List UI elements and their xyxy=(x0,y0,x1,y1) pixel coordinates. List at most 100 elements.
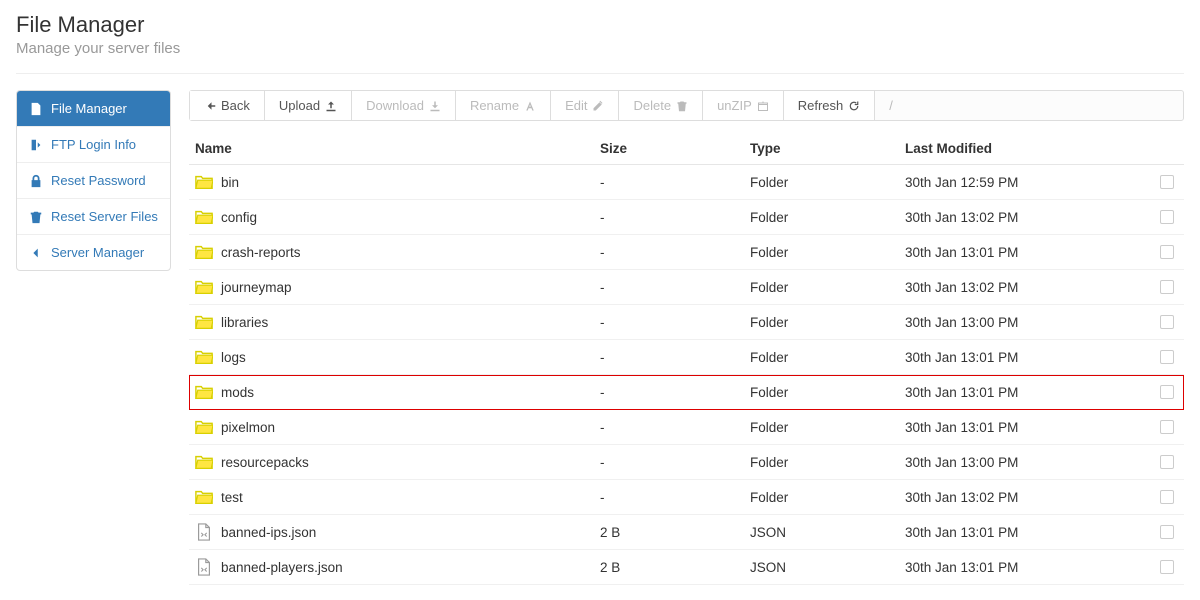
archive-icon xyxy=(757,100,769,112)
table-row[interactable]: resourcepacks -Folder30th Jan 13:00 PM xyxy=(189,445,1184,480)
folder-icon xyxy=(195,488,213,506)
file-modified: 30th Jan 13:01 PM xyxy=(899,550,1154,585)
table-row[interactable]: bin-Folder30th Jan 12:59 PM xyxy=(189,165,1184,200)
select-checkbox[interactable] xyxy=(1160,420,1174,434)
code-file-icon xyxy=(195,523,213,541)
chevron-left-icon xyxy=(29,246,43,260)
file-table: Name Size Type Last Modified bin-Folder3… xyxy=(189,133,1184,585)
table-row[interactable]: mods -Folder30th Jan 13:01 PM xyxy=(189,375,1184,410)
file-size: - xyxy=(594,445,744,480)
breadcrumb: / xyxy=(875,91,907,120)
file-modified: 30th Jan 13:00 PM xyxy=(899,445,1154,480)
table-row[interactable]: banned-ips.json2 BJSON30th Jan 13:01 PM xyxy=(189,515,1184,550)
file-name: banned-ips.json xyxy=(221,525,316,540)
select-checkbox[interactable] xyxy=(1160,490,1174,504)
select-checkbox[interactable] xyxy=(1160,280,1174,294)
upload-button[interactable]: Upload xyxy=(265,91,352,120)
sidebar-item-ftp-login-info[interactable]: FTP Login Info xyxy=(17,127,170,163)
file-modified: 30th Jan 13:01 PM xyxy=(899,410,1154,445)
table-row[interactable]: crash-reports -Folder30th Jan 13:01 PM xyxy=(189,235,1184,270)
login-icon xyxy=(29,138,43,152)
select-checkbox[interactable] xyxy=(1160,315,1174,329)
main-panel: Back Upload Download Rename Edit Delete xyxy=(189,90,1184,585)
sidebar-item-server-manager[interactable]: Server Manager xyxy=(17,235,170,270)
file-name: journeymap xyxy=(221,280,292,295)
unzip-label: unZIP xyxy=(717,98,752,113)
delete-button[interactable]: Delete xyxy=(619,91,703,120)
page-title: File Manager xyxy=(16,12,1184,38)
pencil-icon xyxy=(592,100,604,112)
edit-button[interactable]: Edit xyxy=(551,91,619,120)
file-type: Folder xyxy=(744,340,899,375)
upload-icon xyxy=(325,100,337,112)
file-modified: 30th Jan 13:02 PM xyxy=(899,270,1154,305)
download-button[interactable]: Download xyxy=(352,91,456,120)
refresh-label: Refresh xyxy=(798,98,844,113)
file-name: mods xyxy=(221,385,254,400)
file-type: JSON xyxy=(744,550,899,585)
file-type: Folder xyxy=(744,445,899,480)
sidebar-item-reset-password[interactable]: Reset Password xyxy=(17,163,170,199)
trash-icon xyxy=(676,100,688,112)
file-type: Folder xyxy=(744,235,899,270)
table-row[interactable]: pixelmon-Folder30th Jan 13:01 PM xyxy=(189,410,1184,445)
sidebar: File Manager FTP Login Info Reset Password… xyxy=(16,90,171,585)
file-size: - xyxy=(594,410,744,445)
file-name: crash-reports xyxy=(221,245,301,260)
file-modified: 30th Jan 13:00 PM xyxy=(899,305,1154,340)
file-name: pixelmon xyxy=(221,420,275,435)
folder-icon xyxy=(195,313,213,331)
th-name: Name xyxy=(189,133,594,165)
sidebar-item-label: Reset Server Files xyxy=(51,209,158,224)
file-modified: 30th Jan 13:02 PM xyxy=(899,200,1154,235)
download-icon xyxy=(429,100,441,112)
file-size: - xyxy=(594,235,744,270)
refresh-button[interactable]: Refresh xyxy=(784,91,876,120)
table-row[interactable]: logs-Folder30th Jan 13:01 PM xyxy=(189,340,1184,375)
file-size: - xyxy=(594,375,744,410)
back-button[interactable]: Back xyxy=(190,91,265,120)
select-checkbox[interactable] xyxy=(1160,350,1174,364)
file-type: Folder xyxy=(744,165,899,200)
file-type: Folder xyxy=(744,375,899,410)
file-modified: 30th Jan 13:01 PM xyxy=(899,375,1154,410)
table-row[interactable]: test-Folder30th Jan 13:02 PM xyxy=(189,480,1184,515)
select-checkbox[interactable] xyxy=(1160,560,1174,574)
file-modified: 30th Jan 12:59 PM xyxy=(899,165,1154,200)
file-type: Folder xyxy=(744,270,899,305)
divider xyxy=(16,73,1184,74)
table-row[interactable]: banned-players.json2 BJSON30th Jan 13:01… xyxy=(189,550,1184,585)
file-name: bin xyxy=(221,175,239,190)
upload-label: Upload xyxy=(279,98,320,113)
select-checkbox[interactable] xyxy=(1160,385,1174,399)
file-name: resourcepacks xyxy=(221,455,309,470)
sidebar-item-label: File Manager xyxy=(51,101,127,116)
file-type: Folder xyxy=(744,480,899,515)
edit-label: Edit xyxy=(565,98,587,113)
sidebar-item-label: Server Manager xyxy=(51,245,144,260)
select-checkbox[interactable] xyxy=(1160,210,1174,224)
table-row[interactable]: journeymap -Folder30th Jan 13:02 PM xyxy=(189,270,1184,305)
folder-icon xyxy=(195,348,213,366)
select-checkbox[interactable] xyxy=(1160,245,1174,259)
rename-button[interactable]: Rename xyxy=(456,91,551,120)
file-modified: 30th Jan 13:02 PM xyxy=(899,480,1154,515)
sidebar-item-reset-server-files[interactable]: Reset Server Files xyxy=(17,199,170,235)
file-name: banned-players.json xyxy=(221,560,343,575)
file-modified: 30th Jan 13:01 PM xyxy=(899,515,1154,550)
file-size: - xyxy=(594,270,744,305)
select-checkbox[interactable] xyxy=(1160,525,1174,539)
sidebar-item-file-manager[interactable]: File Manager xyxy=(17,91,170,127)
file-size: - xyxy=(594,200,744,235)
select-checkbox[interactable] xyxy=(1160,455,1174,469)
sidebar-item-label: FTP Login Info xyxy=(51,137,136,152)
table-row[interactable]: libraries-Folder30th Jan 13:00 PM xyxy=(189,305,1184,340)
select-checkbox[interactable] xyxy=(1160,175,1174,189)
th-type: Type xyxy=(744,133,899,165)
file-icon xyxy=(29,102,43,116)
file-type: JSON xyxy=(744,515,899,550)
table-row[interactable]: config-Folder30th Jan 13:02 PM xyxy=(189,200,1184,235)
file-modified: 30th Jan 13:01 PM xyxy=(899,235,1154,270)
text-icon xyxy=(524,100,536,112)
unzip-button[interactable]: unZIP xyxy=(703,91,784,120)
